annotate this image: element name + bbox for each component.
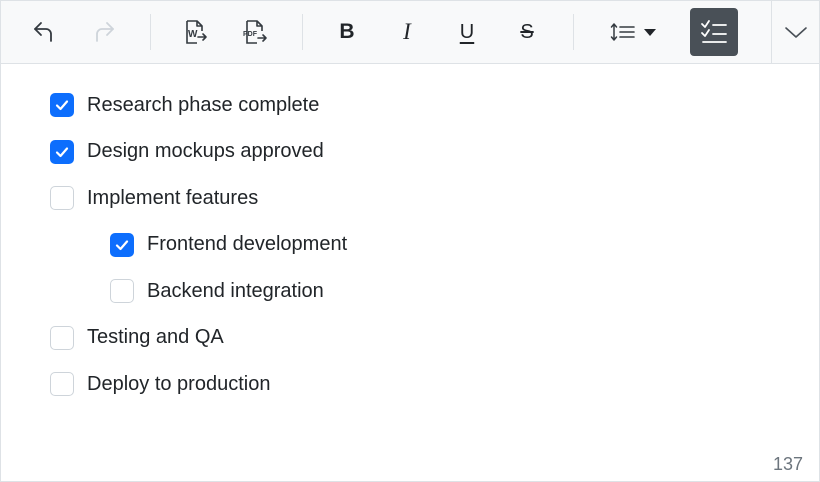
checklist-item-label: Backend integration bbox=[147, 279, 324, 302]
line-height-dropdown[interactable] bbox=[601, 12, 667, 52]
toolbar-overflow-button[interactable] bbox=[771, 1, 820, 63]
checklist-checkbox[interactable] bbox=[50, 93, 74, 117]
italic-icon: I bbox=[403, 19, 411, 44]
checklist-item-label: Frontend development bbox=[147, 233, 348, 255]
redo-button[interactable] bbox=[84, 12, 124, 52]
checkmark-icon bbox=[55, 100, 69, 111]
checklist-item[interactable]: Backend integration bbox=[110, 276, 324, 306]
toolbar-separator bbox=[150, 14, 151, 50]
checklist-item-label: Deploy to production bbox=[87, 372, 271, 395]
pdf-glyph: PDF bbox=[243, 31, 258, 38]
checklist-icon bbox=[701, 20, 727, 43]
checklist-item[interactable]: Frontend development bbox=[110, 230, 347, 260]
checklist-item[interactable]: Research phase complete bbox=[50, 90, 319, 120]
checklist-checkbox[interactable] bbox=[50, 325, 74, 350]
character-count: 137 bbox=[772, 454, 803, 474]
bold-button[interactable]: B bbox=[327, 12, 367, 52]
rich-text-editor: W PDF B I U S Research phase complete De… bbox=[0, 0, 820, 482]
italic-button[interactable]: I bbox=[387, 12, 427, 52]
checklist-item-label: Design mockups approved bbox=[87, 140, 324, 162]
checkmark-icon bbox=[55, 146, 69, 157]
checkmark-icon bbox=[115, 239, 129, 250]
checklist-item-label: Research phase complete bbox=[87, 93, 320, 116]
export-pdf-button[interactable]: PDF bbox=[235, 12, 275, 52]
checklist-item-label: Testing and QA bbox=[87, 326, 224, 348]
bold-icon: B bbox=[339, 20, 355, 43]
underline-button[interactable]: U bbox=[447, 12, 487, 52]
checklist-checkbox[interactable] bbox=[50, 139, 74, 164]
checklist-item[interactable]: Testing and QA bbox=[50, 323, 224, 353]
undo-button[interactable] bbox=[24, 12, 64, 52]
editor-content[interactable]: Research phase complete Design mockups ap… bbox=[1, 64, 819, 481]
export-word-icon: W bbox=[186, 20, 207, 44]
checklist-button[interactable] bbox=[690, 8, 738, 56]
checklist-item[interactable]: Implement features bbox=[50, 183, 258, 213]
toolbar-separator bbox=[302, 14, 303, 50]
undo-icon bbox=[34, 22, 52, 42]
export-word-button[interactable]: W bbox=[175, 12, 215, 52]
checklist-checkbox[interactable] bbox=[110, 232, 134, 257]
checklist-checkbox[interactable] bbox=[50, 372, 74, 396]
export-pdf-icon: PDF bbox=[243, 20, 267, 44]
line-height-icon bbox=[610, 23, 635, 41]
strikethrough-icon: S bbox=[520, 20, 534, 43]
checklist-item[interactable]: Deploy to production bbox=[50, 369, 270, 399]
checklist-checkbox[interactable] bbox=[50, 186, 74, 210]
checklist-checkbox[interactable] bbox=[110, 279, 134, 303]
chevron-down-icon bbox=[785, 27, 807, 38]
underline-icon: U bbox=[459, 20, 475, 43]
redo-icon bbox=[96, 22, 114, 42]
checklist-item-label: Implement features bbox=[87, 186, 259, 209]
word-glyph: W bbox=[188, 29, 198, 40]
editor-toolbar: W PDF B I U S bbox=[1, 1, 819, 64]
toolbar-separator bbox=[573, 14, 574, 50]
checklist-item[interactable]: Design mockups approved bbox=[50, 137, 324, 167]
strikethrough-button[interactable]: S bbox=[507, 12, 547, 52]
caret-down-icon bbox=[644, 29, 656, 36]
